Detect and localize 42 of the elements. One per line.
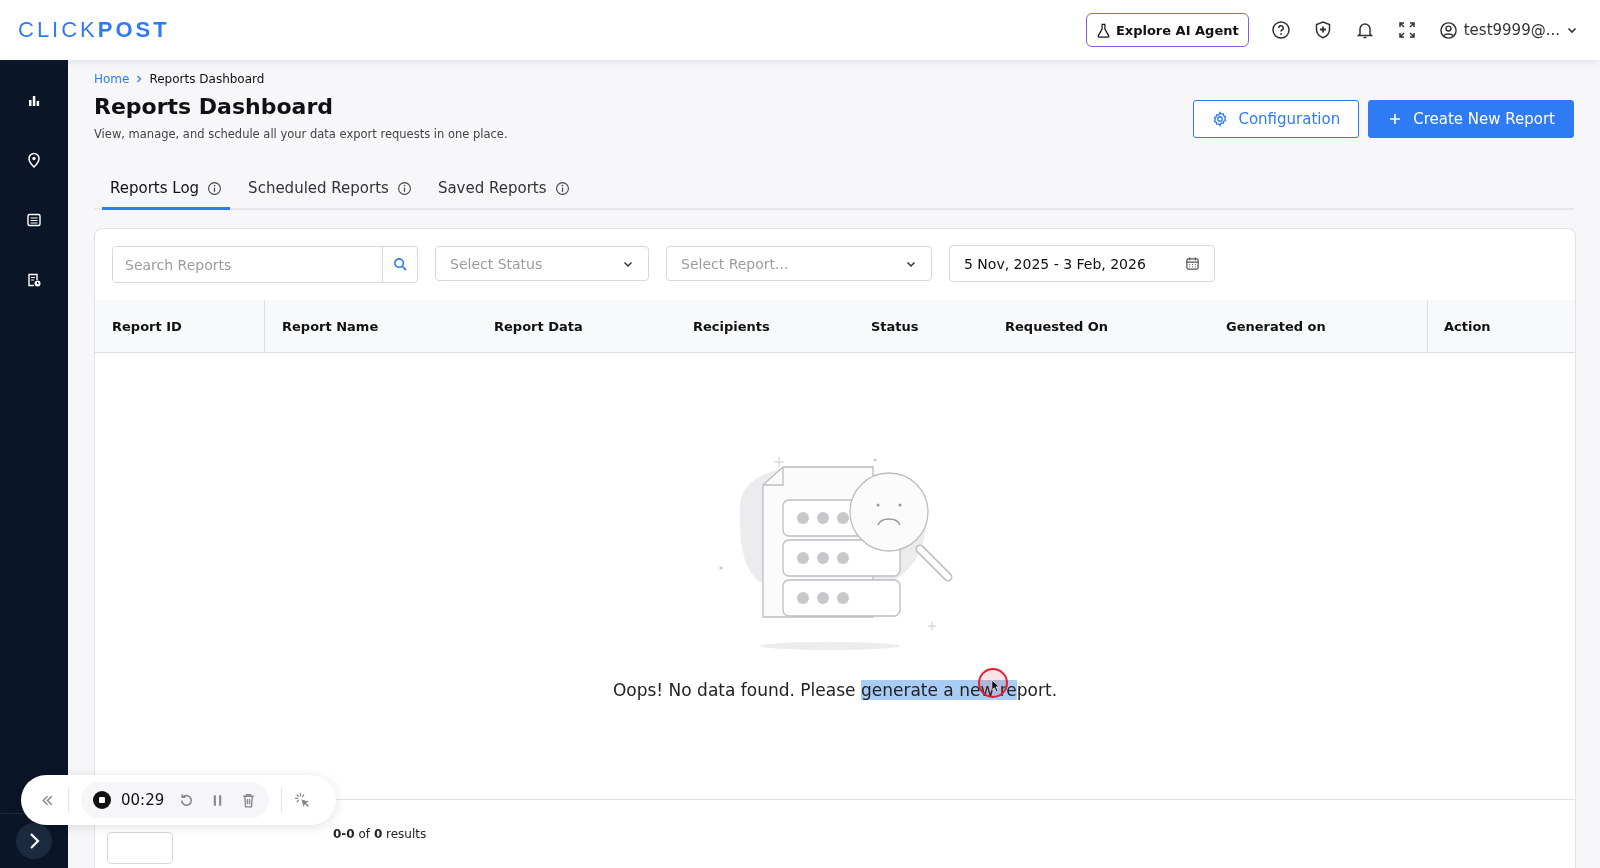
location-pin-icon[interactable] [26,152,42,168]
column-header: Report Name [281,317,380,336]
calendar-icon[interactable] [1185,256,1200,271]
click-effect-icon[interactable] [294,791,312,809]
user-avatar-icon [1438,20,1458,40]
search-icon[interactable] [392,257,408,272]
fullscreen-icon[interactable] [1396,20,1417,40]
tab[interactable]: Scheduled Reports [240,171,420,210]
page-subtitle: View, manage, and schedule all your data export requests in one place. [94,127,508,141]
info-icon[interactable] [396,180,412,196]
gear-icon [1212,111,1229,127]
expand-sidebar-icon[interactable] [16,823,52,859]
notification-bell-icon[interactable] [1354,20,1375,40]
report-icon[interactable] [26,272,42,288]
date-range-field[interactable]: 5 Nov, 2025 - 3 Feb, 2026 [949,245,1215,282]
flask-icon [1095,22,1111,38]
breadcrumb-link[interactable]: Home [94,72,130,86]
info-icon[interactable] [554,180,570,196]
configuration-button[interactable]: Configuration [1193,100,1360,138]
list-icon[interactable] [26,212,42,228]
breadcrumb-current: Reports Dashboard [149,72,265,86]
column-header: Requested On [1004,317,1110,336]
explore-ai-agent-button[interactable]: Explore AI Agent [1085,13,1249,47]
stop-icon[interactable] [93,791,111,809]
column-header: Report ID [95,300,265,352]
logo: CLICKPOST [18,17,170,43]
user-menu[interactable]: test9999@... [1438,20,1578,40]
column-header: Status [870,317,920,336]
column-header: Report Data [493,317,584,336]
page-title: Reports Dashboard [94,94,334,119]
column-header: Recipients [692,317,771,336]
info-icon[interactable] [207,180,223,196]
create-report-button[interactable]: Create New Report [1368,100,1574,138]
column-header: Action [1427,300,1575,352]
results-count: 0-0 of 0 results [333,827,427,841]
recording-time: 00:29 [121,791,165,809]
tab[interactable]: Saved Reports [429,171,578,210]
help-icon[interactable] [1270,20,1291,40]
column-header: Generated on [1225,317,1327,336]
user-email: test9999@... [1463,21,1560,39]
search-field[interactable]: Search Reports [112,246,418,283]
tab[interactable]: Reports Log [102,171,231,210]
